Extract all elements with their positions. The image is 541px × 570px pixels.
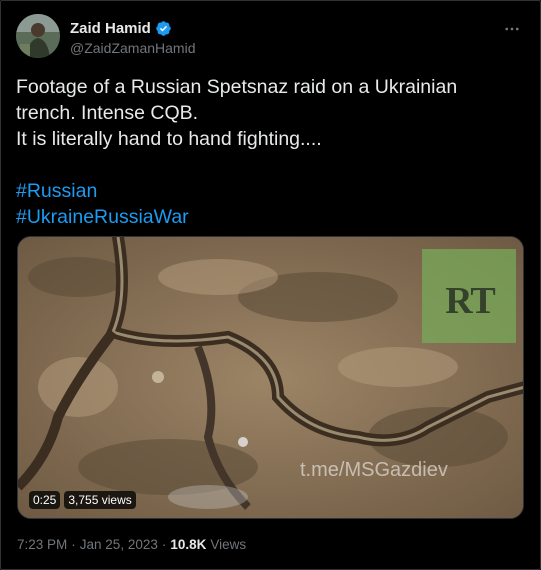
avatar[interactable]	[16, 14, 60, 58]
hashtag-link[interactable]: #UkraineRussiaWar	[16, 204, 526, 230]
rt-logo-text: RT	[445, 280, 495, 322]
author-handle[interactable]: @ZaidZamanHamid	[70, 40, 195, 56]
hashtag-link[interactable]: #Russian	[16, 178, 526, 204]
tweet-metadata: 7:23 PM · Jan 25, 2023 · 10.8K Views	[17, 537, 246, 552]
video-views-badge: 3,755 views	[64, 491, 136, 509]
video-watermark: t.me/MSGazdiev	[300, 459, 448, 481]
views-label: Views	[210, 537, 247, 552]
tweet-time[interactable]: 7:23 PM	[17, 537, 67, 552]
tweet-date[interactable]: Jan 25, 2023	[80, 537, 158, 552]
rt-logo: RT	[422, 249, 516, 343]
video-player[interactable]: RT t.me/MSGazdiev 0:25 3,755 views	[17, 236, 524, 519]
tweet-text-line: Footage of a Russian Spetsnaz raid on a …	[16, 76, 458, 98]
tweet-text: Footage of a Russian Spetsnaz raid on a …	[16, 74, 526, 230]
tweet-text-line: trench. Intense CQB.	[16, 102, 199, 124]
verified-badge-icon	[155, 20, 172, 37]
video-duration: 0:25	[29, 491, 61, 509]
meta-separator: ·	[71, 537, 76, 552]
tweet-text-line: It is literally hand to hand fighting...…	[16, 128, 322, 150]
author-name[interactable]: Zaid Hamid	[70, 20, 151, 37]
tweet-header: Zaid Hamid @ZaidZamanHamid	[16, 14, 525, 60]
more-horizontal-icon[interactable]	[501, 18, 523, 40]
meta-separator: ·	[161, 537, 167, 552]
views-count: 10.8K	[170, 537, 207, 552]
